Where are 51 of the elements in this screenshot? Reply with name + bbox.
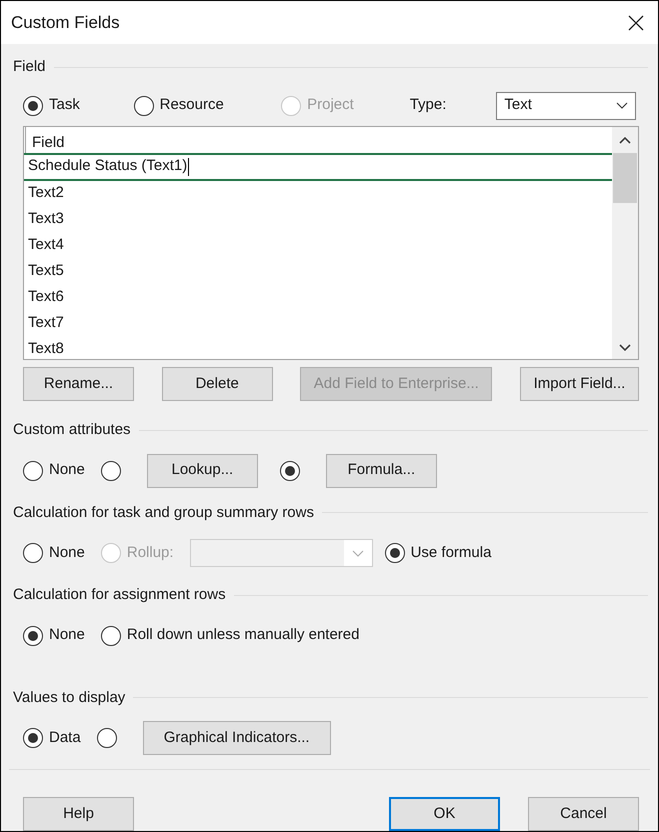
dialog-button[interactable]: Lookup... [146, 454, 258, 488]
scroll-thumb[interactable] [613, 152, 637, 202]
section-title: Calculation for assignment rows [13, 585, 226, 606]
section-title: Calculation for task and group summary rows [13, 502, 314, 523]
section-title: Values to display [13, 688, 126, 708]
field-row[interactable]: Text4 [24, 232, 612, 258]
dialog-button[interactable]: Import Field... [520, 367, 639, 402]
field-row[interactable]: Text3 [24, 206, 612, 232]
dialog-button[interactable]: Formula... [326, 454, 437, 488]
radio-button[interactable] [384, 543, 405, 564]
radio-button[interactable] [100, 460, 121, 481]
radio-label[interactable]: None [49, 459, 85, 482]
radio-button[interactable] [23, 460, 43, 481]
radio-button[interactable] [23, 543, 43, 564]
field-row[interactable]: Text7 [24, 310, 612, 336]
radio-button[interactable] [280, 460, 300, 481]
ok-button[interactable]: OK [389, 797, 500, 831]
type-label: Type: [410, 95, 448, 116]
radio-label[interactable]: None [49, 624, 85, 647]
radio-button[interactable] [23, 626, 43, 646]
dialog-button[interactable]: Graphical Indicators... [142, 721, 331, 756]
field-row[interactable]: Text8 [24, 336, 612, 360]
close-icon[interactable] [628, 14, 644, 30]
section-title: Custom attributes [13, 420, 131, 440]
radio-label[interactable]: Task [49, 94, 80, 117]
chevron-down-icon [352, 550, 364, 557]
field-row[interactable]: Schedule Status (Text1) [24, 152, 612, 180]
radio-button[interactable] [23, 96, 43, 116]
chevron-down-icon[interactable] [619, 344, 631, 352]
radio-button[interactable] [96, 728, 117, 748]
section-title: Field [13, 57, 46, 77]
dialog-button[interactable]: Delete [162, 367, 273, 402]
radio-label[interactable]: Resource [160, 94, 224, 117]
radio-label[interactable]: None [49, 542, 85, 564]
window-title: Custom Fields [11, 12, 120, 34]
radio-label[interactable]: Roll down unless manually entered [126, 624, 360, 647]
radio-button[interactable] [100, 626, 121, 646]
radio-button[interactable] [134, 96, 154, 116]
chevron-up-icon[interactable] [619, 136, 631, 144]
field-row[interactable]: Text2 [24, 180, 612, 206]
scrollbar[interactable] [612, 126, 638, 360]
chevron-down-icon [616, 102, 628, 109]
type-dropdown[interactable]: Text [496, 92, 636, 120]
dialog-button[interactable]: Help [23, 797, 134, 831]
radio-label[interactable]: Use formula [410, 542, 492, 564]
dialog-button[interactable]: Cancel [528, 797, 639, 831]
radio-label[interactable]: Data [49, 726, 81, 750]
field-row[interactable]: Text5 [24, 258, 612, 284]
dialog-button[interactable]: Rename... [23, 367, 134, 402]
field-row[interactable]: Text6 [24, 284, 612, 310]
radio-button[interactable] [23, 728, 43, 748]
